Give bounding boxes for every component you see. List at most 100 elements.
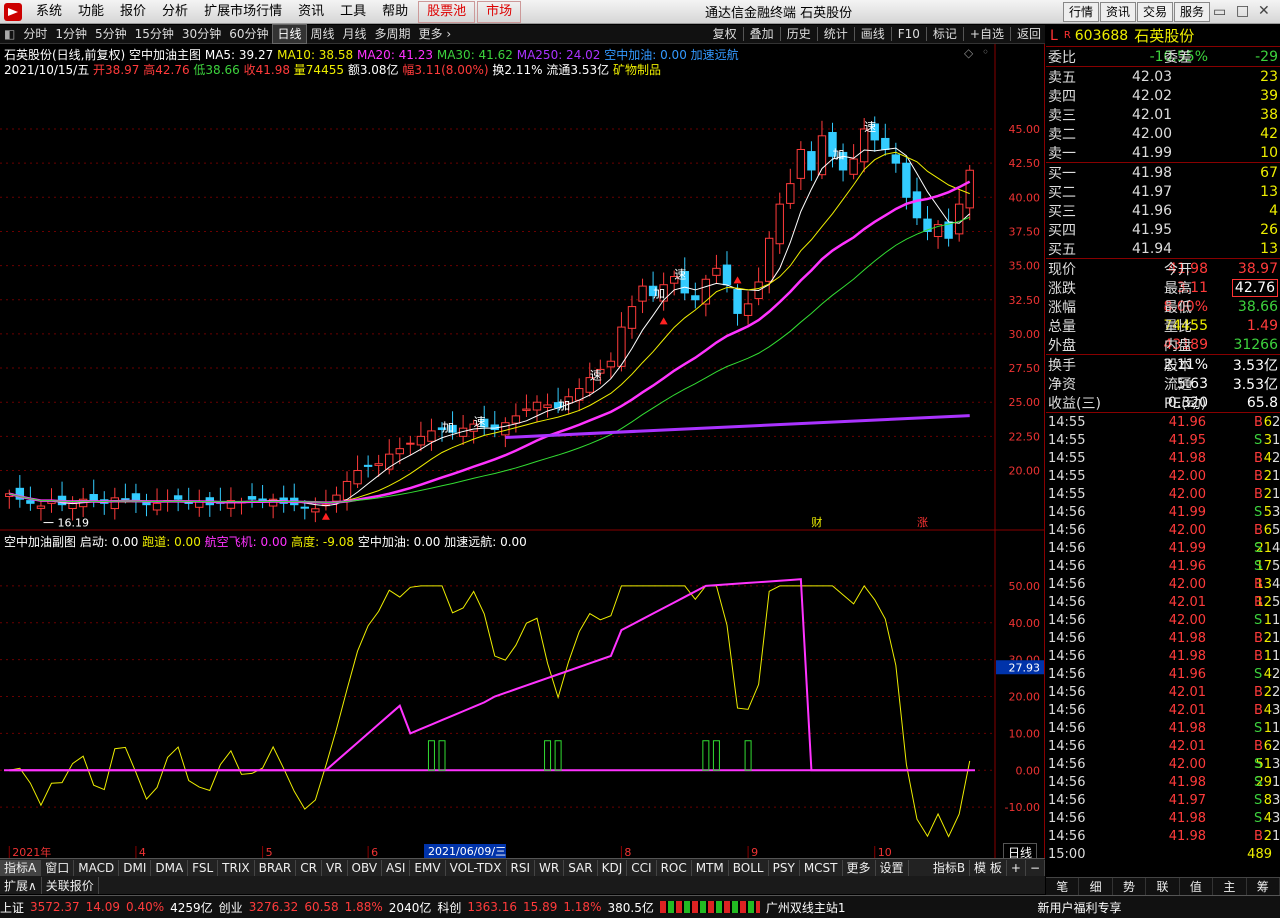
adjust-button[interactable]: 复权 xyxy=(709,25,741,43)
candle-body[interactable] xyxy=(912,191,922,219)
add-watchlist-button[interactable]: +自选 xyxy=(966,25,1008,43)
candle-body[interactable] xyxy=(363,464,373,467)
candle-body[interactable] xyxy=(954,203,964,235)
industry-label[interactable]: 矿物制品 xyxy=(613,63,661,77)
menu-item-quote[interactable]: 报价 xyxy=(112,0,154,24)
remove-tab-button[interactable]: − xyxy=(1026,859,1045,876)
stats-button[interactable]: 统计 xyxy=(820,25,852,43)
candle-body[interactable] xyxy=(353,470,362,485)
candle-body[interactable] xyxy=(332,494,341,502)
indicator-tab-boll[interactable]: BOLL xyxy=(729,859,769,876)
back-button[interactable]: 返回 xyxy=(1013,25,1045,43)
candle-body[interactable] xyxy=(311,508,320,513)
period-daily[interactable]: 日线 xyxy=(272,24,307,44)
indicator-tab-trix[interactable]: TRIX xyxy=(218,859,255,876)
quote-tab[interactable]: 筹 xyxy=(1247,878,1280,895)
tick-list[interactable]: 14:55 41.96 6 B 2 14:55 41.95 3 S 1 14:55 41.98 4 B 2 1… xyxy=(1046,413,1280,863)
quote-tab[interactable]: 细 xyxy=(1079,878,1113,895)
candle-body[interactable] xyxy=(733,288,742,314)
close-icon[interactable]: ✕ xyxy=(1258,3,1270,19)
candle-body[interactable] xyxy=(427,430,436,442)
candle-body[interactable] xyxy=(342,480,352,501)
mark-button[interactable]: 标记 xyxy=(929,25,961,43)
indicator-tab-rsi[interactable]: RSI xyxy=(507,859,536,876)
top-quote-button[interactable]: 行情 xyxy=(1063,2,1100,22)
event-marker-cai[interactable]: 财 xyxy=(811,515,822,529)
server-site-label[interactable]: 广州双线主站1 xyxy=(766,899,846,916)
period-60min[interactable]: 60分钟 xyxy=(225,25,272,43)
candle-body[interactable] xyxy=(701,278,711,305)
candle-body[interactable] xyxy=(532,401,542,411)
menu-item-analysis[interactable]: 分析 xyxy=(154,0,196,24)
extend-button[interactable]: 扩展∧ xyxy=(0,876,42,894)
candle-body[interactable] xyxy=(142,502,151,506)
candle-body[interactable] xyxy=(627,306,637,329)
indicator-tab-指标a[interactable]: 指标A xyxy=(0,859,42,876)
candle-body[interactable] xyxy=(395,448,404,455)
indicator-tab-窗口[interactable]: 窗口 xyxy=(41,859,75,876)
indicator-tab-设置[interactable]: 设置 xyxy=(876,859,909,876)
kline-chart[interactable]: 45.00 42.50 40.00 37.50 35.00 32.50 30.00 27.50… xyxy=(0,44,1045,859)
period-monthly[interactable]: 月线 xyxy=(339,25,371,43)
period-5min[interactable]: 5分钟 xyxy=(91,25,131,43)
candle-body[interactable] xyxy=(902,162,911,198)
candle-body[interactable] xyxy=(110,497,120,510)
candle-body[interactable] xyxy=(807,151,816,171)
indicator-tab-wr[interactable]: WR xyxy=(535,859,565,876)
period-weekly[interactable]: 周线 xyxy=(307,25,339,43)
candle-body[interactable] xyxy=(722,264,732,286)
period-1min[interactable]: 1分钟 xyxy=(51,25,91,43)
period-15min[interactable]: 15分钟 xyxy=(131,25,178,43)
candle-body[interactable] xyxy=(849,158,858,175)
candle-body[interactable] xyxy=(406,442,415,445)
indicator-tab-mtm[interactable]: MTM xyxy=(692,859,729,876)
period-more[interactable]: 更多 › xyxy=(415,25,456,43)
candle-body[interactable] xyxy=(195,501,204,508)
indicator-tab-right[interactable]: 模 板 xyxy=(970,859,1007,876)
candle-body[interactable] xyxy=(543,404,552,408)
candle-body[interactable] xyxy=(796,148,806,179)
candle-body[interactable] xyxy=(68,502,77,510)
quote-tab[interactable]: 值 xyxy=(1180,878,1214,895)
candle-body[interactable] xyxy=(712,267,721,276)
candle-body[interactable] xyxy=(522,408,531,411)
indicator-tab-cr[interactable]: CR xyxy=(296,859,322,876)
event-marker-zhang[interactable]: 涨 xyxy=(917,516,928,529)
candle-body[interactable] xyxy=(258,498,267,502)
menu-item-tools[interactable]: 工具 xyxy=(332,0,374,24)
indicator-tab-vol-tdx[interactable]: VOL-TDX xyxy=(446,859,507,876)
indicator-tab-cci[interactable]: CCI xyxy=(627,859,657,876)
candle-body[interactable] xyxy=(152,502,162,511)
add-tab-button[interactable]: + xyxy=(1007,859,1026,876)
formula-name[interactable]: 空中加油主图 xyxy=(129,48,201,62)
sub-formula-name[interactable]: 空中加油副图 xyxy=(4,535,76,549)
candle-body[interactable] xyxy=(764,237,774,282)
candle-body[interactable] xyxy=(173,495,183,500)
candle-body[interactable] xyxy=(374,463,383,466)
indicator-tab-更多[interactable]: 更多 xyxy=(843,859,876,876)
candle-body[interactable] xyxy=(247,496,257,500)
indicator-tab-asi[interactable]: ASI xyxy=(382,859,411,876)
quote-tab[interactable]: 主 xyxy=(1213,878,1247,895)
draw-button[interactable]: 画线 xyxy=(857,25,889,43)
diamond-icon[interactable]: ◇ xyxy=(964,46,973,60)
candle-body[interactable] xyxy=(881,137,890,150)
indicator-tab-roc[interactable]: ROC xyxy=(657,859,692,876)
candle-body[interactable] xyxy=(511,415,521,424)
candle-body[interactable] xyxy=(638,285,647,302)
period-intraday[interactable]: 分时 xyxy=(19,25,51,43)
candle-body[interactable] xyxy=(501,422,510,436)
menu-market-button[interactable]: 市场 xyxy=(477,0,522,23)
quote-tab[interactable]: 笔 xyxy=(1046,878,1080,895)
candle-body[interactable] xyxy=(691,295,700,301)
top-service-button[interactable]: 服务 xyxy=(1174,2,1211,22)
menu-item-help[interactable]: 帮助 xyxy=(374,0,416,24)
indicator-tab-dma[interactable]: DMA xyxy=(151,859,189,876)
indicator-tab-brar[interactable]: BRAR xyxy=(255,859,297,876)
cy-index-label[interactable]: 创业 xyxy=(219,899,243,916)
top-news-button[interactable]: 资讯 xyxy=(1100,2,1137,22)
history-button[interactable]: 历史 xyxy=(783,25,815,43)
indicator-tab-mcst[interactable]: MCST xyxy=(800,859,843,876)
indicator-tab-fsl[interactable]: FSL xyxy=(188,859,219,876)
maximize-icon[interactable]: □ xyxy=(1236,3,1249,19)
